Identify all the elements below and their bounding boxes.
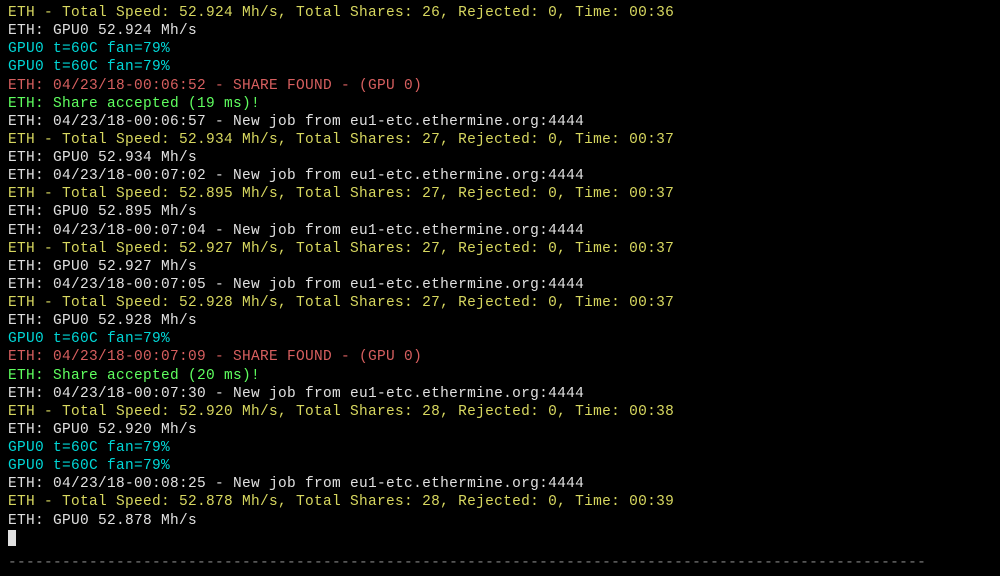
stats-line: ETH - Total Speed: 52.878 Mh/s, Total Sh… — [8, 493, 992, 511]
share-accepted-line: ETH: Share accepted (20 ms)! — [8, 367, 992, 385]
gpu-temp-line: GPU0 t=60C fan=79% — [8, 439, 992, 457]
gpu-temp-line: GPU0 t=60C fan=79% — [8, 58, 992, 76]
separator-line: ----------------------------------------… — [8, 554, 992, 572]
newjob-line: ETH: 04/23/18-00:07:30 - New job from eu… — [8, 385, 992, 403]
stats-line: ETH - Total Speed: 52.927 Mh/s, Total Sh… — [8, 240, 992, 258]
gpu-temp-line: GPU0 t=60C fan=79% — [8, 40, 992, 58]
gpu-speed-line: ETH: GPU0 52.895 Mh/s — [8, 203, 992, 221]
share-found-line: ETH: 04/23/18-00:07:09 - SHARE FOUND - (… — [8, 348, 992, 366]
stats-line: ETH - Total Speed: 52.895 Mh/s, Total Sh… — [8, 185, 992, 203]
newjob-line: ETH: 04/23/18-00:07:05 - New job from eu… — [8, 276, 992, 294]
gpu-speed-line: ETH: GPU0 52.928 Mh/s — [8, 312, 992, 330]
newjob-line: ETH: 04/23/18-00:07:04 - New job from eu… — [8, 222, 992, 240]
gpu-temp-line: GPU0 t=60C fan=79% — [8, 457, 992, 475]
share-found-line: ETH: 04/23/18-00:06:52 - SHARE FOUND - (… — [8, 77, 992, 95]
newjob-line: ETH: 04/23/18-00:08:25 - New job from eu… — [8, 475, 992, 493]
stats-line: ETH - Total Speed: 52.920 Mh/s, Total Sh… — [8, 403, 992, 421]
terminal-output: ETH - Total Speed: 52.924 Mh/s, Total Sh… — [8, 4, 992, 572]
stats-line: ETH - Total Speed: 52.934 Mh/s, Total Sh… — [8, 131, 992, 149]
gpu-speed-line: ETH: GPU0 52.927 Mh/s — [8, 258, 992, 276]
gpu-speed-line: ETH: GPU0 52.878 Mh/s — [8, 512, 992, 530]
gpu-speed-line: ETH: GPU0 52.920 Mh/s — [8, 421, 992, 439]
gpu-speed-line: ETH: GPU0 52.924 Mh/s — [8, 22, 992, 40]
gpu-temp-line: GPU0 t=60C fan=79% — [8, 330, 992, 348]
gpu-speed-line: ETH: GPU0 52.934 Mh/s — [8, 149, 992, 167]
newjob-line: ETH: 04/23/18-00:06:57 - New job from eu… — [8, 113, 992, 131]
newjob-line: ETH: 04/23/18-00:07:02 - New job from eu… — [8, 167, 992, 185]
terminal-cursor — [8, 530, 16, 546]
stats-line: ETH - Total Speed: 52.924 Mh/s, Total Sh… — [8, 4, 992, 22]
stats-line: ETH - Total Speed: 52.928 Mh/s, Total Sh… — [8, 294, 992, 312]
share-accepted-line: ETH: Share accepted (19 ms)! — [8, 95, 992, 113]
